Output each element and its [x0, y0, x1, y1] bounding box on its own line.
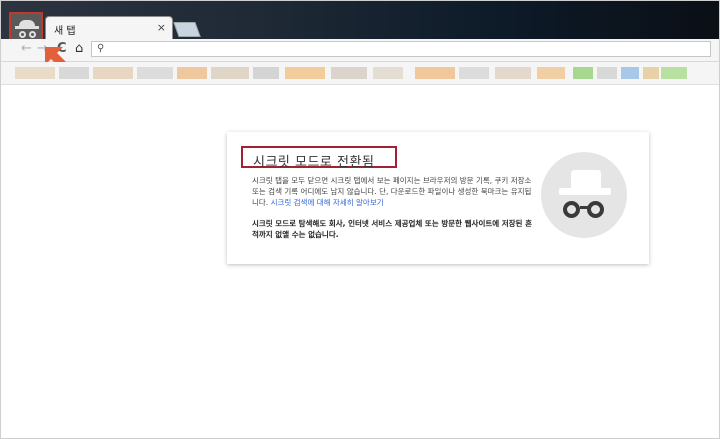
bookmark-item[interactable]: [415, 67, 455, 79]
tab-title: 새 탭: [54, 26, 76, 37]
tab-new-tab[interactable]: 새 탭 ×: [45, 16, 173, 41]
bookmark-item[interactable]: [573, 67, 593, 79]
bookmark-item[interactable]: [459, 67, 489, 79]
bookmark-item[interactable]: [93, 67, 133, 79]
bookmark-item[interactable]: [331, 67, 367, 79]
bookmark-item[interactable]: [211, 67, 249, 79]
close-icon[interactable]: ×: [157, 21, 166, 34]
address-bar[interactable]: ⚲: [91, 41, 711, 57]
bookmark-item[interactable]: [537, 67, 565, 79]
title-highlight-box: 시크릿 모드로 전환됨: [241, 146, 397, 170]
new-tab-button[interactable]: [173, 22, 201, 37]
bookmark-item[interactable]: [661, 67, 687, 79]
back-arrow-icon[interactable]: ←: [21, 41, 32, 56]
search-icon: ⚲: [97, 43, 105, 54]
tab-strip: 새 탭 ×: [1, 1, 719, 44]
bookmarks-bar: [1, 62, 719, 85]
home-icon[interactable]: ⌂: [75, 41, 83, 56]
bookmark-item[interactable]: [597, 67, 617, 79]
bookmark-item[interactable]: [285, 67, 325, 79]
incognito-warning: 시크릿 모드로 탐색해도 회사, 인터넷 서비스 제공업체 또는 방문한 웹사이…: [252, 219, 532, 239]
incognito-description: 시크릿 탭을 모두 닫으면 시크릿 탭에서 보는 페이지는 브라우저의 방문 기…: [252, 175, 534, 208]
bookmark-item[interactable]: [15, 67, 55, 79]
bookmark-item[interactable]: [253, 67, 279, 79]
bookmark-item[interactable]: [643, 67, 659, 79]
bookmark-item[interactable]: [177, 67, 207, 79]
toolbar: ← → C ⌂ ⚲: [1, 39, 719, 62]
incognito-spy-icon: [541, 152, 627, 238]
page-title: 시크릿 모드로 전환됨: [253, 155, 375, 170]
browser-window: 새 탭 × ← → C ⌂ ⚲ 시크릿 모드로 전환됨 시크릿 탭을 모두 닫으…: [0, 0, 720, 439]
bookmark-item[interactable]: [621, 67, 639, 79]
incognito-info-card: 시크릿 모드로 전환됨 시크릿 탭을 모두 닫으면 시크릿 탭에서 보는 페이지…: [227, 132, 649, 264]
bookmark-item[interactable]: [59, 67, 89, 79]
bookmark-item[interactable]: [137, 67, 173, 79]
bookmark-item[interactable]: [373, 67, 403, 79]
bookmark-item[interactable]: [495, 67, 531, 79]
learn-more-link[interactable]: 시크릿 검색에 대해 자세히 알아보기: [271, 198, 384, 207]
